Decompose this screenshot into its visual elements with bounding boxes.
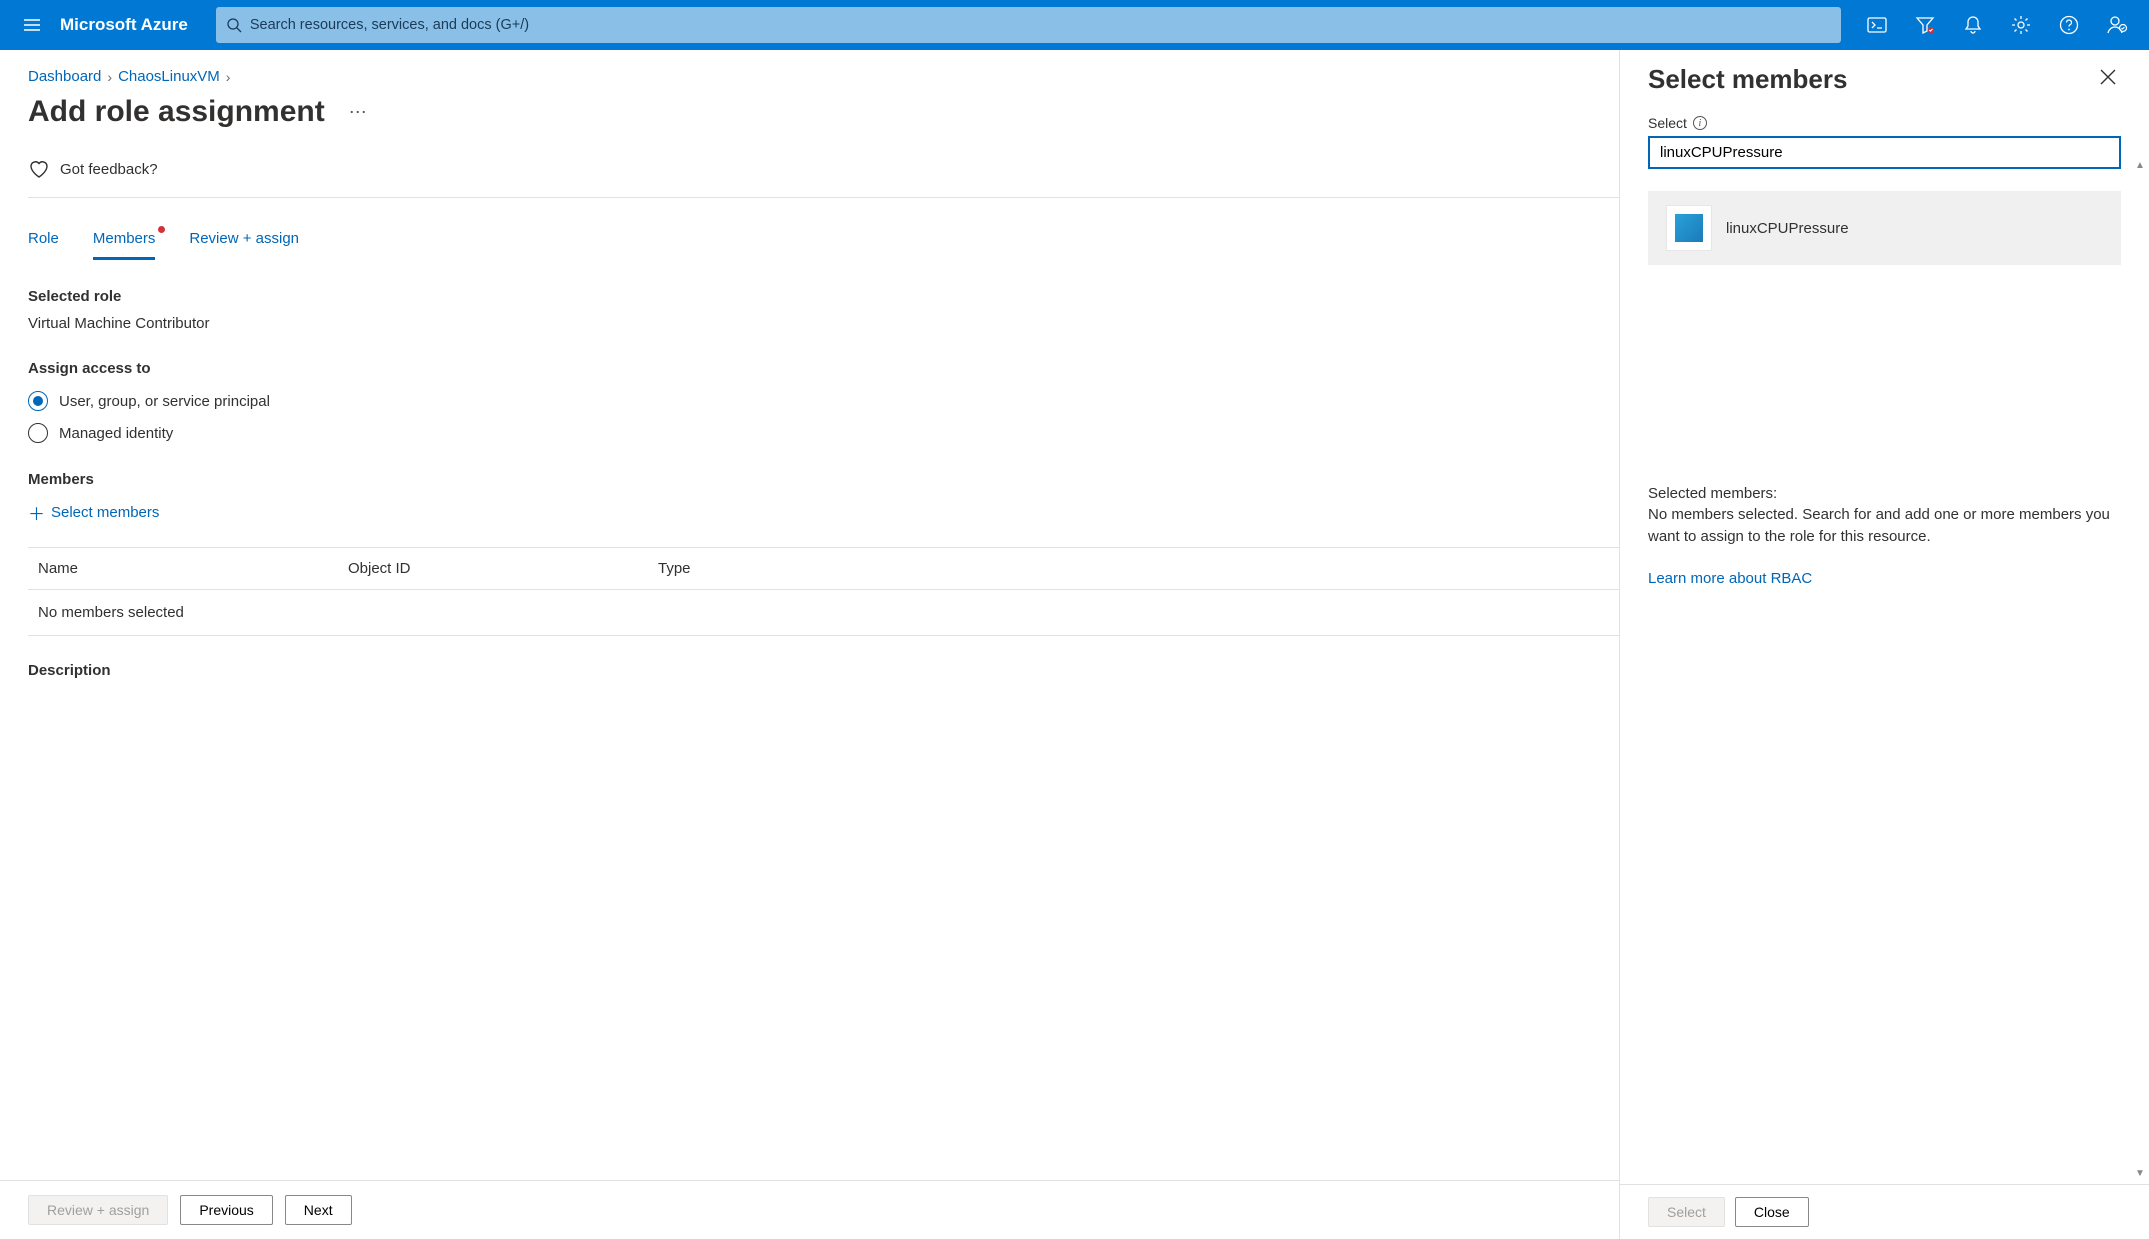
tab-review[interactable]: Review + assign	[189, 226, 299, 260]
hamburger-menu[interactable]	[8, 0, 56, 50]
cloud-shell-button[interactable]	[1853, 0, 1901, 50]
filter-icon	[1915, 16, 1935, 34]
member-search-input[interactable]	[1648, 136, 2121, 169]
result-avatar	[1666, 205, 1712, 251]
radio-label-1: User, group, or service principal	[59, 393, 270, 410]
panel-close-button-footer[interactable]: Close	[1735, 1197, 1809, 1227]
select-members-text: Select members	[51, 504, 159, 521]
heart-icon	[28, 159, 50, 179]
col-name: Name	[38, 560, 348, 577]
hamburger-icon	[22, 15, 42, 35]
search-icon	[226, 17, 242, 33]
previous-button[interactable]: Previous	[180, 1195, 272, 1225]
plus-icon: ＋	[28, 500, 45, 525]
page-title: Add role assignment	[28, 95, 325, 129]
cloud-shell-icon	[1867, 17, 1887, 33]
radio-label-2: Managed identity	[59, 425, 173, 442]
settings-button[interactable]	[1997, 0, 2045, 50]
account-button[interactable]	[2093, 0, 2141, 50]
tab-role[interactable]: Role	[28, 226, 59, 260]
panel-scrollbar[interactable]: ▲ ▼	[2133, 160, 2147, 1179]
panel-footer: Select Close	[1620, 1184, 2149, 1239]
help-icon	[2059, 15, 2079, 35]
topbar-actions	[1853, 0, 2141, 50]
main-footer: Review + assign Previous Next	[0, 1180, 1619, 1239]
gear-icon	[2011, 15, 2031, 35]
panel-close-button[interactable]	[2095, 64, 2121, 90]
select-members-link[interactable]: ＋ Select members	[28, 500, 159, 525]
tab-members-label: Members	[93, 230, 156, 247]
app-icon	[1675, 214, 1703, 242]
search-result-item[interactable]: linuxCPUPressure	[1648, 191, 2121, 265]
selected-members-header: Selected members:	[1648, 485, 2121, 502]
scroll-down-icon[interactable]: ▼	[2135, 1168, 2145, 1179]
close-icon	[2099, 68, 2117, 86]
global-search-input[interactable]	[250, 17, 1831, 33]
learn-more-rbac-link[interactable]: Learn more about RBAC	[1648, 570, 1812, 587]
selected-members-message: No members selected. Search for and add …	[1648, 504, 2121, 548]
account-icon	[2106, 15, 2128, 35]
panel-header: Select members	[1620, 50, 2149, 103]
result-name: linuxCPUPressure	[1726, 220, 1849, 237]
breadcrumb-dashboard[interactable]: Dashboard	[28, 68, 101, 85]
breadcrumb-resource[interactable]: ChaosLinuxVM	[118, 68, 220, 85]
attention-dot-icon	[158, 226, 165, 233]
notifications-button[interactable]	[1949, 0, 1997, 50]
panel-body: Select i linuxCPUPressure Selected membe…	[1620, 103, 2149, 1184]
select-field-label: Select i	[1648, 115, 2121, 131]
radio-selected-icon	[28, 391, 48, 411]
directory-filter-button[interactable]	[1901, 0, 1949, 50]
brand-label[interactable]: Microsoft Azure	[56, 15, 204, 35]
info-icon[interactable]: i	[1693, 116, 1707, 130]
tab-members[interactable]: Members	[93, 226, 156, 260]
panel-select-button[interactable]: Select	[1648, 1197, 1725, 1227]
select-members-panel: Select members Select i linuxCPUPressure…	[1619, 50, 2149, 1239]
panel-title: Select members	[1648, 64, 1847, 95]
radio-unselected-icon	[28, 423, 48, 443]
global-search[interactable]	[216, 7, 1841, 43]
col-object-id: Object ID	[348, 560, 658, 577]
more-actions-button[interactable]: ⋯	[343, 98, 373, 127]
review-assign-button[interactable]: Review + assign	[28, 1195, 168, 1225]
selected-members-block: Selected members: No members selected. S…	[1648, 485, 2121, 587]
next-button[interactable]: Next	[285, 1195, 352, 1225]
select-field-text: Select	[1648, 115, 1687, 131]
topbar: Microsoft Azure	[0, 0, 2149, 50]
scroll-up-icon[interactable]: ▲	[2135, 160, 2145, 171]
chevron-right-icon: ›	[226, 69, 231, 85]
feedback-label: Got feedback?	[60, 161, 158, 178]
bell-icon	[1964, 15, 1982, 35]
help-button[interactable]	[2045, 0, 2093, 50]
chevron-right-icon: ›	[107, 69, 112, 85]
